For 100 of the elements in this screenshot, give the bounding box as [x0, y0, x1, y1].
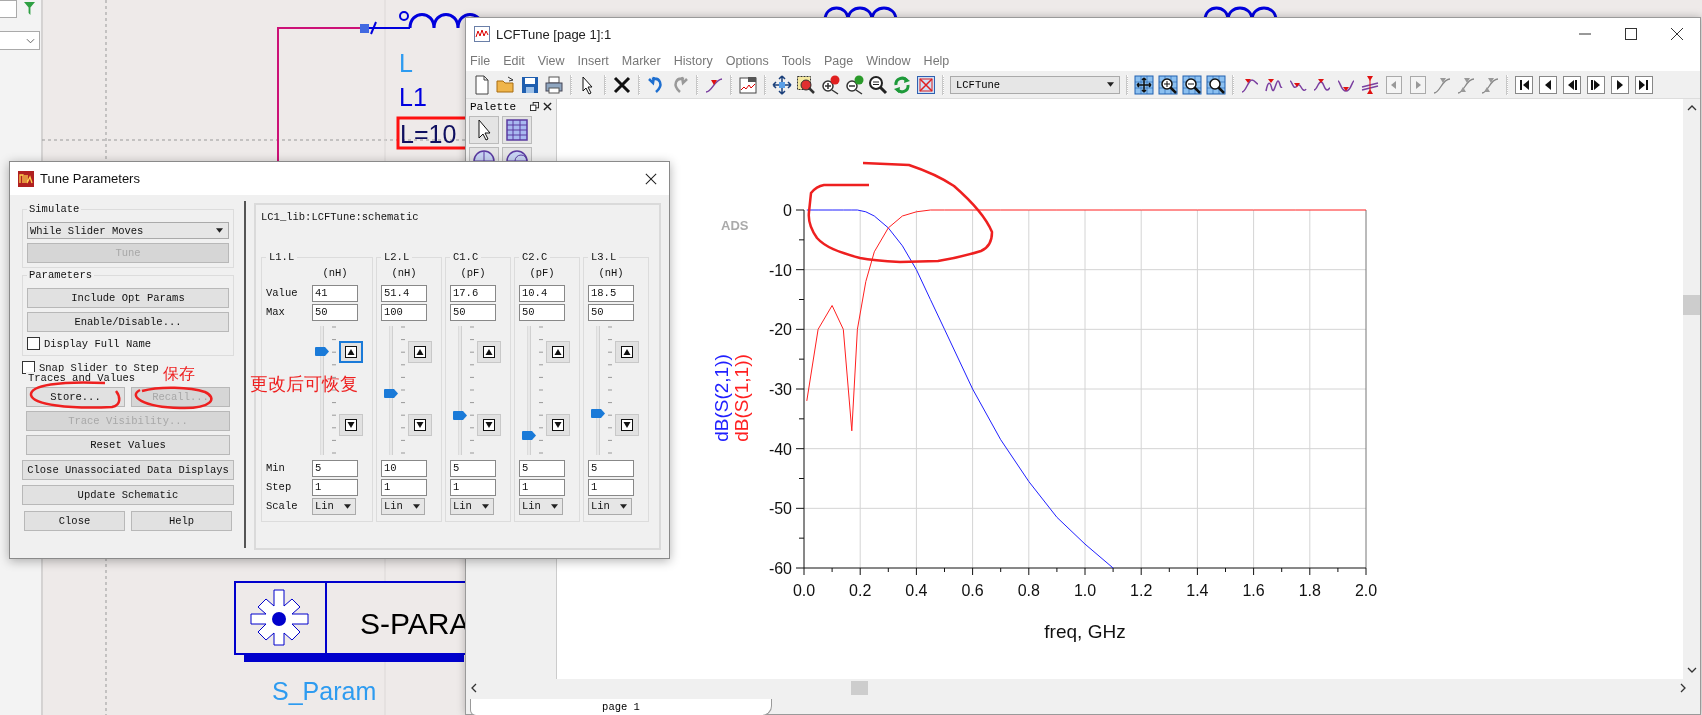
- slider-thumb[interactable]: [591, 408, 605, 418]
- scale-dropdown[interactable]: Lin: [312, 498, 356, 515]
- min-field[interactable]: 10: [381, 460, 427, 477]
- min-field[interactable]: 5: [519, 460, 565, 477]
- caret-icon[interactable]: [1686, 665, 1697, 675]
- caret-icon[interactable]: [469, 682, 479, 693]
- pointer-icon[interactable]: [469, 116, 499, 144]
- plot-icon[interactable]: [738, 74, 758, 95]
- parameter-text[interactable]: L=10: [400, 120, 457, 148]
- checkbox[interactable]: [27, 337, 40, 350]
- scale-dropdown[interactable]: Lin: [588, 498, 632, 515]
- parallel-lines-icon[interactable]: [1360, 74, 1380, 95]
- slider-thumb[interactable]: [453, 411, 467, 421]
- menu-item[interactable]: Edit: [503, 53, 525, 68]
- horizontal-scrollbar[interactable]: [466, 679, 1700, 696]
- close-box-icon[interactable]: [916, 74, 936, 95]
- close-button[interactable]: Close: [24, 511, 125, 531]
- grid-zoom-in-icon[interactable]: [1158, 74, 1178, 95]
- grid-move-icon[interactable]: [1134, 74, 1154, 95]
- update-button[interactable]: Update Schematic: [22, 485, 234, 505]
- step-field[interactable]: 1: [381, 479, 427, 496]
- action-button[interactable]: Store...: [26, 387, 125, 407]
- zoom-box-icon[interactable]: [796, 74, 816, 95]
- scroll-thumb[interactable]: [1683, 295, 1700, 315]
- slider-thumb[interactable]: [384, 388, 398, 398]
- max-field[interactable]: 100: [381, 304, 427, 321]
- menu-item[interactable]: File: [470, 53, 491, 68]
- action-button[interactable]: Close Unassociated Data Displays: [22, 460, 234, 480]
- increase-button[interactable]: [615, 341, 639, 363]
- menu-item[interactable]: Help: [923, 53, 950, 68]
- menu-item[interactable]: Window: [866, 53, 911, 68]
- scale-dropdown[interactable]: Lin: [519, 498, 563, 515]
- menu-item[interactable]: View: [537, 53, 565, 68]
- left-box-icon[interactable]: [1384, 74, 1404, 95]
- reset-button[interactable]: Reset Values: [26, 435, 230, 455]
- zoom-out-icon[interactable]: [844, 74, 864, 95]
- close-icon[interactable]: [645, 172, 657, 185]
- menu-item[interactable]: Marker: [621, 53, 661, 68]
- next-icon[interactable]: [1610, 74, 1630, 95]
- zoom-icon[interactable]: [868, 74, 888, 95]
- decrease-button[interactable]: [546, 414, 570, 436]
- vertical-scrollbar[interactable]: [1683, 99, 1700, 679]
- min-field[interactable]: 5: [588, 460, 634, 477]
- max-field[interactable]: 50: [450, 304, 496, 321]
- menu-item[interactable]: Options: [725, 53, 769, 68]
- previous-icon[interactable]: [1538, 74, 1558, 95]
- action-button[interactable]: Include Opt Params: [27, 288, 229, 308]
- page-tab[interactable]: page 1: [470, 699, 772, 715]
- help-button[interactable]: Help: [131, 511, 232, 531]
- value-field[interactable]: 17.6: [450, 285, 496, 302]
- slider-thumb[interactable]: [315, 346, 329, 356]
- menu-item[interactable]: Insert: [577, 53, 609, 68]
- open-folder-icon[interactable]: [496, 74, 516, 95]
- step-field[interactable]: 1: [312, 479, 358, 496]
- delete-icon[interactable]: [612, 74, 632, 95]
- grid-zoom-icon[interactable]: [1206, 74, 1226, 95]
- scroll-thumb[interactable]: [851, 680, 868, 695]
- value-field[interactable]: 41: [312, 285, 358, 302]
- action-button[interactable]: Enable/Disable...: [27, 312, 229, 332]
- step-back-icon[interactable]: [1562, 74, 1582, 95]
- menu-item[interactable]: History: [673, 53, 713, 68]
- min-field[interactable]: 5: [450, 460, 496, 477]
- restore-icon[interactable]: [530, 102, 539, 111]
- dropdown-field[interactable]: [0, 31, 40, 50]
- step-field[interactable]: 1: [588, 479, 634, 496]
- input-field[interactable]: [0, 0, 17, 18]
- increase-button[interactable]: [408, 341, 432, 363]
- scale-dropdown[interactable]: Lin: [381, 498, 425, 515]
- decrease-button[interactable]: [477, 414, 501, 436]
- increase-button[interactable]: [546, 341, 570, 363]
- value-field[interactable]: 51.4: [381, 285, 427, 302]
- move-icon[interactable]: [772, 74, 792, 95]
- value-field[interactable]: 10.4: [519, 285, 565, 302]
- decrease-button[interactable]: [339, 414, 363, 436]
- increase-button[interactable]: [339, 341, 363, 363]
- caret-icon[interactable]: [1686, 103, 1697, 113]
- close-icon[interactable]: [543, 102, 552, 111]
- max-field[interactable]: 50: [312, 304, 358, 321]
- step-field[interactable]: 1: [450, 479, 496, 496]
- decrease-button[interactable]: [615, 414, 639, 436]
- max-field[interactable]: 50: [519, 304, 565, 321]
- decrease-button[interactable]: [408, 414, 432, 436]
- first-icon[interactable]: [1514, 74, 1534, 95]
- last-icon[interactable]: [1634, 74, 1654, 95]
- max-field[interactable]: 50: [588, 304, 634, 321]
- save-icon[interactable]: [520, 74, 540, 95]
- caret-icon[interactable]: [1678, 682, 1688, 693]
- mode-dropdown[interactable]: While Slider Moves: [27, 222, 229, 239]
- min-field[interactable]: 5: [312, 460, 358, 477]
- increase-button[interactable]: [477, 341, 501, 363]
- value-field[interactable]: 18.5: [588, 285, 634, 302]
- menu-item[interactable]: Page: [823, 53, 854, 68]
- scale-dropdown[interactable]: Lin: [450, 498, 494, 515]
- step-forward-icon[interactable]: [1586, 74, 1606, 95]
- zoom-in-icon[interactable]: [820, 74, 840, 95]
- print-icon[interactable]: [544, 74, 564, 95]
- dropdown[interactable]: LCFTune: [950, 75, 1120, 94]
- table-icon[interactable]: [502, 116, 532, 144]
- right-box-icon[interactable]: [1408, 74, 1428, 95]
- grid-zoom-out-icon[interactable]: [1182, 74, 1202, 95]
